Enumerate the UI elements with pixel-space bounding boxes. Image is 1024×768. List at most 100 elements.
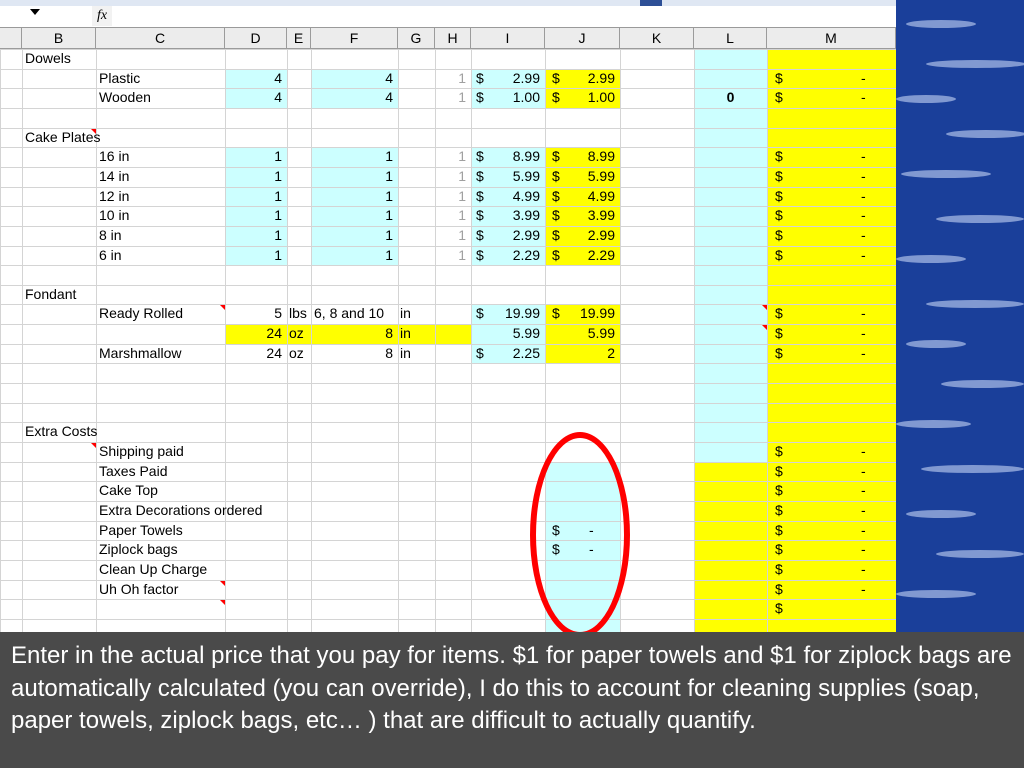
cost-cell[interactable]: - (861, 462, 881, 482)
count-cell[interactable]: 1 (435, 147, 471, 167)
currency-symbol[interactable]: $ (767, 521, 787, 541)
cost-cell[interactable]: - (861, 167, 881, 187)
currency-symbol[interactable]: $ (767, 580, 787, 600)
quantity-cell[interactable]: 1 (225, 187, 287, 207)
currency-symbol[interactable]: $ (767, 69, 787, 89)
cost-cell[interactable]: - (861, 88, 881, 108)
actual-price-cell[interactable]: 2.99 (545, 69, 620, 89)
size-cell[interactable]: 8 (311, 344, 398, 364)
size-cell[interactable]: 8 (311, 324, 398, 344)
quantity-cell[interactable]: 4 (225, 69, 287, 89)
price-cell[interactable]: 2.29 (471, 246, 545, 266)
size-cell[interactable]: 1 (311, 147, 398, 167)
cost-cell[interactable]: - (861, 147, 881, 167)
currency-symbol[interactable]: $ (767, 147, 787, 167)
section-label[interactable]: Dowels (22, 49, 222, 69)
column-header-f[interactable]: F (311, 28, 398, 49)
unit-cell[interactable]: in (398, 344, 435, 364)
actual-price-cell[interactable]: 2.99 (545, 226, 620, 246)
cost-cell[interactable]: - (861, 344, 881, 364)
select-all-corner[interactable] (0, 28, 22, 49)
actual-price-cell[interactable]: 8.99 (545, 147, 620, 167)
size-cell[interactable]: 1 (311, 206, 398, 226)
count-cell[interactable]: 1 (435, 246, 471, 266)
quantity-cell[interactable]: 1 (225, 167, 287, 187)
price-cell[interactable]: 5.99 (471, 167, 545, 187)
column-header-h[interactable]: H (435, 28, 471, 49)
count-cell[interactable]: 1 (435, 88, 471, 108)
currency-symbol[interactable]: $ (767, 560, 787, 580)
price-cell[interactable]: 3.99 (471, 206, 545, 226)
section-label[interactable]: Extra Costs (22, 422, 222, 442)
item-label[interactable]: Paper Towels (96, 521, 316, 541)
size-cell[interactable]: 1 (311, 226, 398, 246)
column-header-l[interactable]: L (694, 28, 767, 49)
column-header-k[interactable]: K (620, 28, 694, 49)
currency-symbol[interactable]: $ (767, 304, 787, 324)
unit-cell[interactable]: in (398, 304, 435, 324)
count-cell[interactable]: 1 (435, 226, 471, 246)
size-cell[interactable]: 1 (311, 187, 398, 207)
actual-price-cell[interactable]: 19.99 (545, 304, 620, 324)
currency-symbol[interactable]: $ (767, 442, 787, 462)
cost-cell[interactable]: - (861, 206, 881, 226)
count-cell[interactable]: 1 (435, 69, 471, 89)
column-header-g[interactable]: G (398, 28, 435, 49)
currency-symbol[interactable]: $ (767, 344, 787, 364)
size-cell[interactable]: 4 (311, 88, 398, 108)
size-cell[interactable]: 4 (311, 69, 398, 89)
cost-cell[interactable]: - (861, 226, 881, 246)
quantity-cell[interactable]: 1 (225, 206, 287, 226)
column-header-b[interactable]: B (22, 28, 96, 49)
currency-symbol[interactable]: $ (767, 187, 787, 207)
cost-cell[interactable]: - (861, 521, 881, 541)
currency-symbol[interactable]: $ (767, 167, 787, 187)
cost-cell[interactable]: - (861, 304, 881, 324)
count-cell[interactable]: 1 (435, 167, 471, 187)
currency-symbol[interactable]: $ (767, 540, 787, 560)
currency-symbol[interactable]: $ (767, 599, 787, 619)
currency-symbol[interactable]: $ (767, 481, 787, 501)
currency-symbol[interactable]: $ (767, 206, 787, 226)
price-cell[interactable]: 2.99 (471, 69, 545, 89)
price-cell[interactable]: 2.25 (471, 344, 545, 364)
item-label[interactable]: Clean Up Charge (96, 560, 316, 580)
unit-cell[interactable]: oz (287, 344, 311, 364)
unit-cell[interactable]: oz (287, 324, 311, 344)
quantity-cell[interactable]: 1 (225, 226, 287, 246)
column-header-j[interactable]: J (545, 28, 620, 49)
price-cell[interactable]: 2.99 (471, 226, 545, 246)
quantity-cell[interactable]: 4 (225, 88, 287, 108)
cost-cell[interactable]: - (861, 560, 881, 580)
item-label[interactable]: Uh Oh factor (96, 580, 316, 600)
actual-price-cell[interactable]: 5.99 (545, 167, 620, 187)
quantity-cell[interactable]: 24 (225, 324, 287, 344)
cost-cell[interactable]: - (861, 246, 881, 266)
price-cell[interactable]: 19.99 (471, 304, 545, 324)
currency-symbol[interactable]: $ (767, 501, 787, 521)
cost-cell[interactable]: - (861, 442, 881, 462)
actual-price-cell[interactable]: 4.99 (545, 187, 620, 207)
currency-symbol[interactable]: $ (767, 246, 787, 266)
actual-price-cell[interactable]: 2.29 (545, 246, 620, 266)
column-header-i[interactable]: I (471, 28, 545, 49)
count-cell[interactable]: 1 (435, 187, 471, 207)
item-label[interactable]: Cake Top (96, 481, 316, 501)
cost-cell[interactable]: - (861, 540, 881, 560)
count-cell[interactable]: 1 (435, 206, 471, 226)
price-cell[interactable]: 5.99 (471, 324, 545, 344)
quantity-cell[interactable]: 24 (225, 344, 287, 364)
unit-cell[interactable]: in (398, 324, 435, 344)
quantity-cell[interactable]: 1 (225, 147, 287, 167)
fx-icon[interactable]: fx (92, 6, 112, 26)
size-cell[interactable]: 1 (311, 246, 398, 266)
item-label[interactable]: Taxes Paid (96, 462, 316, 482)
chevron-down-icon[interactable] (30, 9, 40, 15)
currency-symbol[interactable]: $ (767, 88, 787, 108)
currency-symbol[interactable]: $ (767, 226, 787, 246)
cost-cell[interactable]: - (861, 69, 881, 89)
size-cell[interactable]: 1 (311, 167, 398, 187)
actual-price-cell[interactable]: 1.00 (545, 88, 620, 108)
price-cell[interactable]: 1.00 (471, 88, 545, 108)
name-box[interactable] (0, 6, 90, 26)
